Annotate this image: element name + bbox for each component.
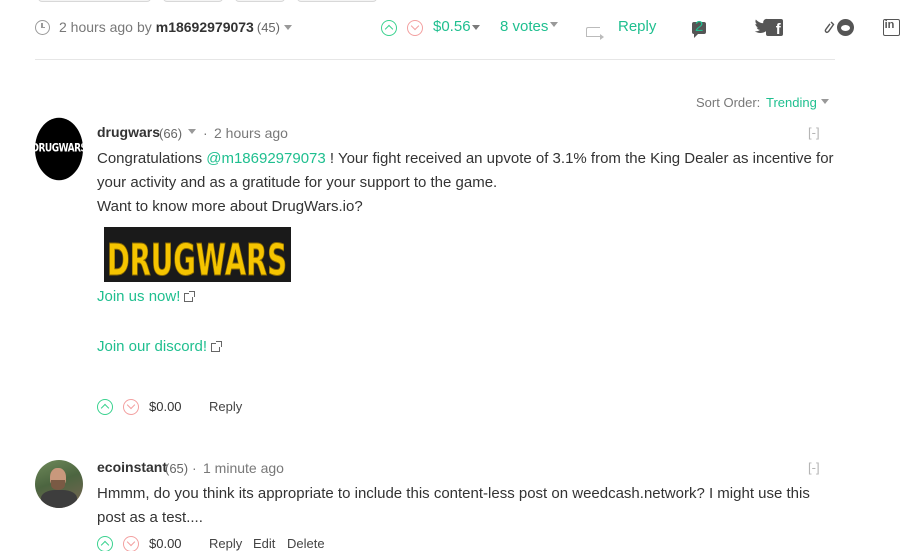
divider (35, 59, 835, 60)
comment-body-line: post as a test.... (97, 509, 203, 526)
comment-body-text: ! Your fight received an upvote of 3.1% … (325, 150, 834, 167)
avatar-text: DRUGWARS (35, 142, 83, 156)
comment-payout[interactable]: $0.00 (149, 399, 182, 414)
author-menu-caret[interactable] (283, 24, 292, 30)
comment-author-reputation: (66) (159, 126, 183, 141)
reblog-icon[interactable] (586, 27, 604, 40)
votes-caret[interactable] (550, 22, 558, 27)
collapse-toggle[interactable]: [-] (808, 460, 820, 475)
comment-count[interactable]: 2 (695, 18, 703, 35)
by-label: by (136, 19, 152, 35)
comment-delete-link[interactable]: Delete (287, 536, 325, 551)
payout-caret[interactable] (472, 25, 480, 30)
comment-body-line: Congratulations @m18692979073 ! Your fig… (97, 147, 834, 171)
post-author-reputation: (45) (256, 19, 280, 35)
author-menu-caret[interactable] (188, 129, 196, 134)
comment-body-line: Hmmm, do you think its appropriate to in… (97, 485, 810, 502)
mention-link[interactable]: @m18692979073 (206, 150, 326, 167)
top-tabs (38, 0, 377, 2)
avatar[interactable]: DRUGWARS (35, 117, 83, 181)
tag-tab[interactable] (297, 0, 377, 2)
comment-edit-link[interactable]: Edit (253, 536, 275, 551)
logo-text: DRUGWARS (107, 235, 287, 282)
reddit-icon[interactable] (836, 18, 854, 36)
upvote-icon[interactable] (97, 536, 113, 551)
comment-body-line: Want to know more about DrugWars.io? (97, 198, 363, 215)
link-icon[interactable] (824, 20, 836, 35)
comment-author[interactable]: drugwars (97, 124, 160, 140)
discord-row: Join our discord! (97, 335, 223, 359)
sort-order-value[interactable]: Trending (766, 95, 817, 110)
post-reply-link[interactable]: Reply (618, 18, 656, 35)
avatar-beard (51, 480, 65, 490)
linkedin-icon[interactable] (882, 18, 900, 36)
comment-author[interactable]: ecoinstant (97, 459, 167, 475)
downvote-icon[interactable] (407, 20, 423, 36)
comment-body-pre: Congratulations (97, 150, 207, 167)
downvote-icon[interactable] (123, 536, 139, 551)
post-author[interactable]: m18692979073 (156, 19, 254, 35)
comment-payout[interactable]: $0.00 (149, 536, 182, 551)
external-link-icon (211, 340, 223, 352)
drugwars-logo: DRUGWARS (104, 227, 291, 282)
avatar[interactable] (35, 460, 83, 508)
comment-author-reputation: (65) (165, 461, 189, 476)
comment-reply-link[interactable]: Reply (209, 399, 242, 414)
sort-caret[interactable] (821, 99, 829, 104)
tag-tab[interactable] (235, 0, 285, 2)
upvote-icon[interactable] (97, 399, 113, 415)
discord-link[interactable]: Join our discord! (97, 338, 207, 355)
comment-time-sep: · (203, 125, 208, 141)
clock-icon (35, 19, 50, 35)
downvote-icon[interactable] (123, 399, 139, 415)
avatar-shirt (41, 490, 77, 508)
comment-time[interactable]: 2 hours ago (214, 125, 288, 141)
comment-body-line: your activity and as a gratitude for you… (97, 174, 498, 191)
sort-order-label: Sort Order: (696, 95, 761, 110)
post-time: 2 hours ago (59, 19, 133, 35)
twitter-icon[interactable] (754, 18, 773, 35)
external-link-icon (184, 290, 196, 302)
collapse-toggle[interactable]: [-] (808, 125, 820, 140)
post-votes[interactable]: 8 votes (500, 18, 548, 35)
join-us-link[interactable]: Join us now! (97, 288, 180, 305)
tag-tab[interactable] (163, 0, 223, 2)
tag-tab[interactable] (38, 0, 151, 2)
join-us-row: Join us now! (97, 285, 196, 309)
upvote-icon[interactable] (381, 20, 397, 36)
comment-reply-link[interactable]: Reply (209, 536, 242, 551)
comment-time[interactable]: 1 minute ago (203, 460, 284, 476)
comment-time-sep: · (192, 460, 197, 476)
post-payout[interactable]: $0.56 (433, 18, 471, 35)
